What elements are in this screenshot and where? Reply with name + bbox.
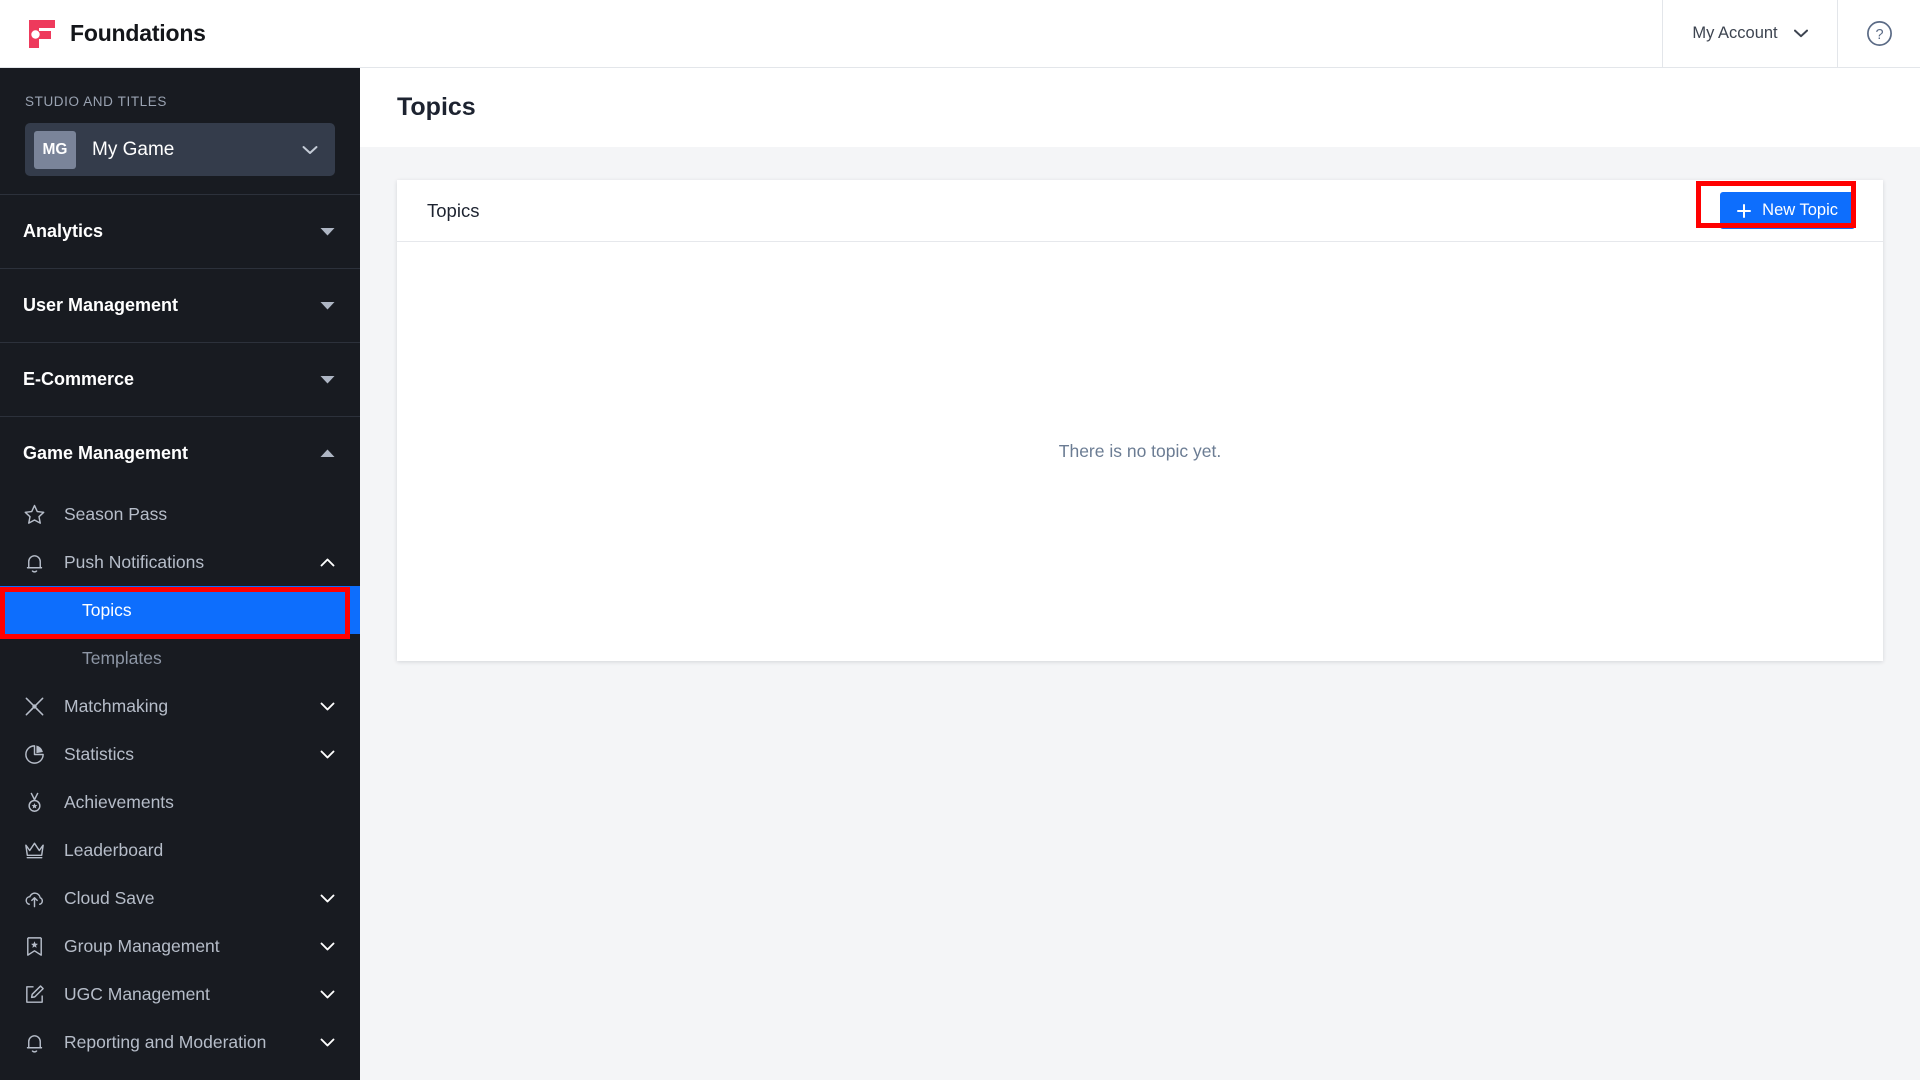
question-circle-icon: ? (1866, 21, 1892, 46)
studio-picker[interactable]: MG My Game (25, 123, 335, 176)
chevron-down-icon (320, 1038, 335, 1046)
sidebar-item-label: Achievements (64, 791, 174, 812)
pie-chart-icon (25, 744, 44, 764)
new-topic-label: New Topic (1762, 201, 1838, 219)
sidebar-group-label: E-Commerce (23, 369, 135, 389)
sidebar-item-label: Group Management (64, 935, 220, 956)
sidebar-item-achievements[interactable]: Achievements (0, 778, 360, 826)
sidebar-group-label: Game Management (23, 443, 189, 463)
chevron-down-icon (1793, 29, 1808, 38)
cloud-upload-icon (25, 891, 44, 907)
triangle-down-icon (320, 376, 335, 384)
bell-icon (26, 1034, 43, 1053)
my-account-label: My Account (1692, 24, 1778, 42)
chevron-down-icon (320, 894, 335, 902)
sidebar-item-group-management[interactable]: Group Management (0, 922, 360, 970)
triangle-down-icon (320, 228, 335, 236)
main-content: Topics Topics New Topic There is no topi… (360, 68, 1920, 1080)
sidebar-item-label: Reporting and Moderation (64, 1031, 267, 1052)
star-icon (24, 504, 45, 524)
sidebar-item-statistics[interactable]: Statistics (0, 730, 360, 778)
bell-icon (26, 554, 43, 573)
chevron-down-icon (302, 145, 318, 154)
help-button[interactable]: ? (1838, 0, 1920, 68)
sidebar-group-analytics[interactable]: Analytics (0, 195, 360, 268)
sidebar-item-label: Push Notifications (64, 551, 205, 572)
edit-square-icon (26, 984, 44, 1003)
sidebar-item-label: Statistics (64, 743, 135, 764)
triangle-up-icon (320, 449, 335, 457)
sidebar-item-label: Topics (82, 599, 132, 620)
sidebar-group-user-management[interactable]: User Management (0, 269, 360, 342)
sidebar: STUDIO AND TITLES MG My Game Analytics U… (0, 68, 360, 1080)
sidebar-item-label: Cloud Save (64, 887, 155, 908)
chevron-up-icon (320, 558, 335, 566)
page-title: Topics (397, 93, 476, 121)
sidebar-item-ugc-management[interactable]: UGC Management (0, 970, 360, 1018)
sidebar-item-label: Templates (82, 647, 162, 668)
topics-card-body: There is no topic yet. (397, 242, 1883, 661)
crossed-swords-icon (25, 697, 44, 715)
topics-card: Topics New Topic There is no topic yet. (397, 180, 1883, 661)
new-topic-button[interactable]: New Topic (1720, 192, 1855, 229)
sidebar-item-label: Season Pass (64, 503, 168, 524)
topics-card-title: Topics (427, 199, 480, 221)
page-header: Topics (360, 68, 1920, 147)
sidebar-item-label: Leaderboard (64, 839, 164, 860)
chevron-down-icon (320, 990, 335, 998)
sidebar-group-e-commerce[interactable]: E-Commerce (0, 343, 360, 416)
studio-name: My Game (92, 138, 175, 160)
sidebar-item-season-pass[interactable]: Season Pass (0, 490, 360, 538)
sidebar-group-game-management[interactable]: Game Management (0, 417, 360, 490)
sidebar-item-label: UGC Management (64, 983, 210, 1004)
empty-state-message: There is no topic yet. (1058, 441, 1222, 461)
sidebar-item-reporting-and-moderation[interactable]: Reporting and Moderation (0, 1018, 360, 1066)
medal-icon (28, 792, 41, 812)
studio-section-label: STUDIO AND TITLES (25, 94, 167, 109)
chevron-down-icon (320, 942, 335, 950)
my-account-menu[interactable]: My Account (1662, 0, 1838, 68)
sidebar-group-label: Analytics (23, 221, 104, 241)
sidebar-item-matchmaking[interactable]: Matchmaking (0, 682, 360, 730)
studio-section: STUDIO AND TITLES MG My Game (0, 68, 360, 194)
sidebar-item-label: Matchmaking (64, 695, 169, 716)
bookmark-star-icon (27, 936, 42, 956)
triangle-down-icon (320, 302, 335, 310)
crown-icon (25, 842, 44, 858)
brand: Foundations (0, 0, 206, 67)
brand-name: Foundations (70, 20, 206, 46)
studio-avatar: MG (34, 130, 76, 169)
plus-icon (1737, 203, 1752, 218)
sidebar-item-cloud-save[interactable]: Cloud Save (0, 874, 360, 922)
chevron-down-icon (320, 750, 335, 758)
svg-text:?: ? (1875, 27, 1883, 43)
topics-card-header: Topics New Topic (397, 180, 1883, 242)
chevron-down-icon (320, 702, 335, 710)
sidebar-item-topics[interactable]: Topics (0, 586, 360, 634)
foundations-logo-icon (29, 19, 55, 48)
sidebar-group-label: User Management (23, 295, 179, 315)
sidebar-item-leaderboard[interactable]: Leaderboard (0, 826, 360, 874)
sidebar-item-templates[interactable]: Templates (0, 634, 360, 682)
sidebar-item-push-notifications[interactable]: Push Notifications (0, 538, 360, 586)
top-bar: Foundations My Account ? (0, 0, 1920, 68)
